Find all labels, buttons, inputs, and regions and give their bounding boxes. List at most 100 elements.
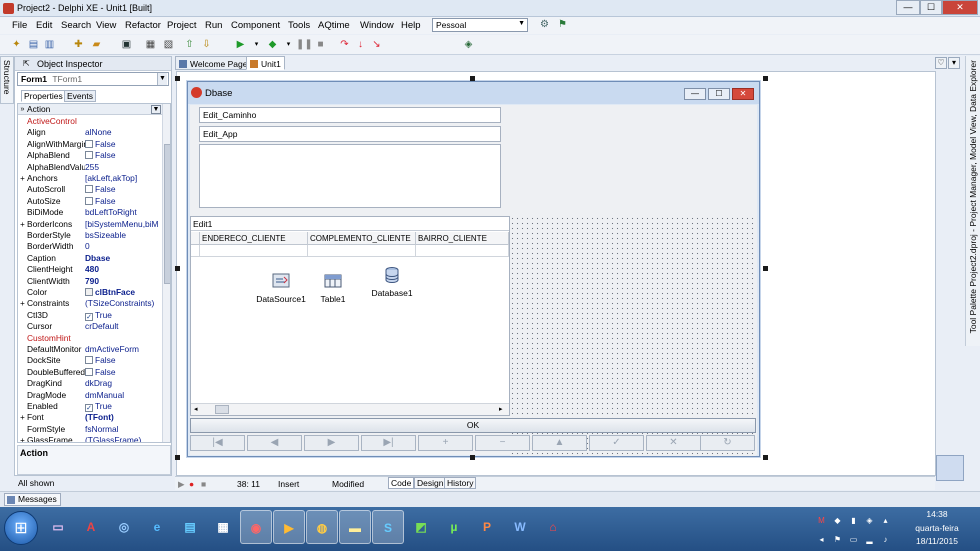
property-value[interactable]: alNone	[85, 127, 159, 138]
nav-last-button[interactable]: ▶|	[361, 435, 416, 451]
maximize-button[interactable]: ☐	[920, 0, 942, 15]
taskbar-ie-icon[interactable]: e	[141, 510, 173, 544]
selection-handle[interactable]	[470, 76, 475, 81]
checkbox[interactable]	[85, 139, 93, 148]
checkbox[interactable]	[85, 151, 93, 160]
favorite-icon[interactable]: ♡	[935, 57, 947, 69]
set-debug-desktop-icon[interactable]: ⚑	[556, 18, 569, 31]
property-header-row[interactable]: » Action ▼	[18, 104, 170, 116]
tab-design[interactable]: Design	[414, 477, 447, 489]
new-unit-icon[interactable]: ✚	[72, 38, 85, 51]
property-row[interactable]: ClientWidth 790	[18, 276, 170, 287]
property-row[interactable]: AlphaBlend False	[18, 150, 170, 161]
menu-project[interactable]: Project	[167, 20, 197, 31]
add-to-project-icon[interactable]: ⇧	[183, 38, 196, 51]
column-endereco-cliente[interactable]: ENDERECO_CLIENTE	[200, 232, 308, 245]
taskbar-skype-icon[interactable]: S	[372, 510, 404, 544]
expand-icon[interactable]: +	[18, 298, 27, 309]
grid-cell[interactable]	[200, 245, 308, 257]
tab-unit1[interactable]: Unit1	[246, 56, 285, 70]
menu-component[interactable]: Component	[231, 20, 280, 31]
property-value[interactable]: False	[85, 196, 159, 207]
expand-icon[interactable]: +	[18, 412, 27, 423]
component-table1[interactable]: Table1	[303, 272, 363, 304]
run-dropdown-icon[interactable]: ▾	[250, 38, 263, 51]
nav-insert-button[interactable]: +	[418, 435, 473, 451]
grid-cell[interactable]	[308, 245, 416, 257]
desktop-layout-select[interactable]: Pessoal ▼	[432, 18, 528, 32]
system-clock[interactable]: 14:38 quarta-feira 18/11/2015	[905, 508, 969, 549]
property-grid-scrollbar[interactable]	[162, 104, 170, 442]
taskbar-app-icon[interactable]: ◎	[108, 510, 140, 544]
property-value[interactable]: 480	[85, 264, 159, 275]
remove-from-project-icon[interactable]: ⇩	[200, 38, 213, 51]
taskbar-powerpoint-icon[interactable]: P	[471, 510, 503, 544]
open-icon[interactable]: ▰	[90, 38, 103, 51]
chevron-down-icon[interactable]: ▼	[151, 105, 161, 114]
selection-handle[interactable]	[470, 455, 475, 460]
property-row[interactable]: ClientHeight 480	[18, 264, 170, 275]
nav-cancel-button[interactable]: ✕	[646, 435, 701, 451]
taskbar-word-icon[interactable]: W	[504, 510, 536, 544]
property-row[interactable]: Cursor crDefault	[18, 321, 170, 332]
tray-flag-icon[interactable]: ⚑	[832, 534, 843, 545]
tab-properties[interactable]: Properties	[21, 90, 66, 102]
minimize-button[interactable]: —	[896, 0, 920, 15]
property-row[interactable]: Enabled ✓ True	[18, 401, 170, 412]
selection-handle[interactable]	[175, 76, 180, 81]
taskbar-delphi-icon[interactable]: ◉	[240, 510, 272, 544]
menu-run[interactable]: Run	[205, 20, 222, 31]
property-value[interactable]: crDefault	[85, 321, 159, 332]
category-expand-icon[interactable]: »	[18, 104, 27, 115]
nav-edit-button[interactable]: ▲	[532, 435, 587, 451]
property-value[interactable]: False	[85, 139, 159, 150]
column-complemento-cliente[interactable]: COMPLEMENTO_CLIENTE	[308, 232, 416, 245]
property-value[interactable]: False	[85, 367, 159, 378]
structure-tab[interactable]: Structure	[0, 56, 14, 104]
checkbox[interactable]: ✓	[85, 404, 93, 412]
menu-aqtime[interactable]: AQtime	[318, 20, 350, 31]
tray-security-icon[interactable]: ▮	[848, 515, 859, 526]
property-row[interactable]: DoubleBuffered False	[18, 367, 170, 378]
property-value[interactable]: False	[85, 355, 159, 366]
checkbox[interactable]: ✓	[85, 312, 93, 321]
property-value[interactable]: dmManual	[85, 390, 159, 401]
stop-icon[interactable]: ■	[314, 38, 327, 51]
taskbar-tool-icon[interactable]: ◩	[405, 510, 437, 544]
property-row[interactable]: DragMode dmManual	[18, 390, 170, 401]
selection-handle[interactable]	[175, 266, 180, 271]
tray-wifi-icon[interactable]: ▂	[864, 534, 875, 545]
property-value[interactable]: False	[85, 184, 159, 195]
pause-icon[interactable]: ❚❚	[296, 38, 313, 51]
run-without-debug-icon[interactable]: ◆	[266, 38, 279, 51]
run-icon[interactable]: ▶	[234, 38, 247, 51]
property-value[interactable]: bsSizeable	[85, 230, 159, 241]
property-row[interactable]: AlphaBlendValue 255	[18, 162, 170, 173]
property-value[interactable]: clBtnFace	[85, 287, 159, 298]
property-row[interactable]: DockSite False	[18, 355, 170, 366]
dbgrid[interactable]: Edit1 ENDERECO_CLIENTE COMPLEMENTO_CLIEN…	[190, 216, 510, 416]
tray-speaker-icon[interactable]: ◂	[816, 534, 827, 545]
scroll-left-icon[interactable]: ◂	[194, 405, 198, 413]
play-macro-icon[interactable]: ▶	[178, 479, 185, 490]
property-row[interactable]: AlignWithMargins False	[18, 139, 170, 150]
db-navigator[interactable]: |◀ ◀ ▶ ▶| + − ▲ ✓ ✕ ↻	[190, 435, 756, 452]
taskbar-access-icon[interactable]: A	[75, 510, 107, 544]
checkbox[interactable]	[85, 356, 93, 365]
component-datasource1[interactable]: DataSource1	[251, 272, 311, 304]
selection-handle[interactable]	[763, 76, 768, 81]
trace-into-icon[interactable]: ↓	[354, 38, 367, 51]
menu-refactor[interactable]: Refactor	[125, 20, 161, 31]
memo[interactable]	[199, 144, 501, 208]
menu-tools[interactable]: Tools	[288, 20, 310, 31]
property-row[interactable]: DragKind dkDrag	[18, 378, 170, 389]
property-row[interactable]: + Anchors [akLeft,akTop]	[18, 173, 170, 184]
grid-edit1[interactable]: Edit1	[191, 217, 509, 231]
property-row[interactable]: BorderWidth 0	[18, 241, 170, 252]
property-value[interactable]: dmActiveForm	[85, 344, 159, 355]
property-row[interactable]: FormStyle fsNormal	[18, 424, 170, 435]
taskbar-explorer-icon[interactable]: ▭	[42, 510, 74, 544]
property-value[interactable]: (TSizeConstraints)	[85, 298, 159, 309]
property-row[interactable]: + BorderIcons [biSystemMenu,biMini	[18, 219, 170, 230]
messages-tab[interactable]: Messages	[4, 493, 61, 506]
